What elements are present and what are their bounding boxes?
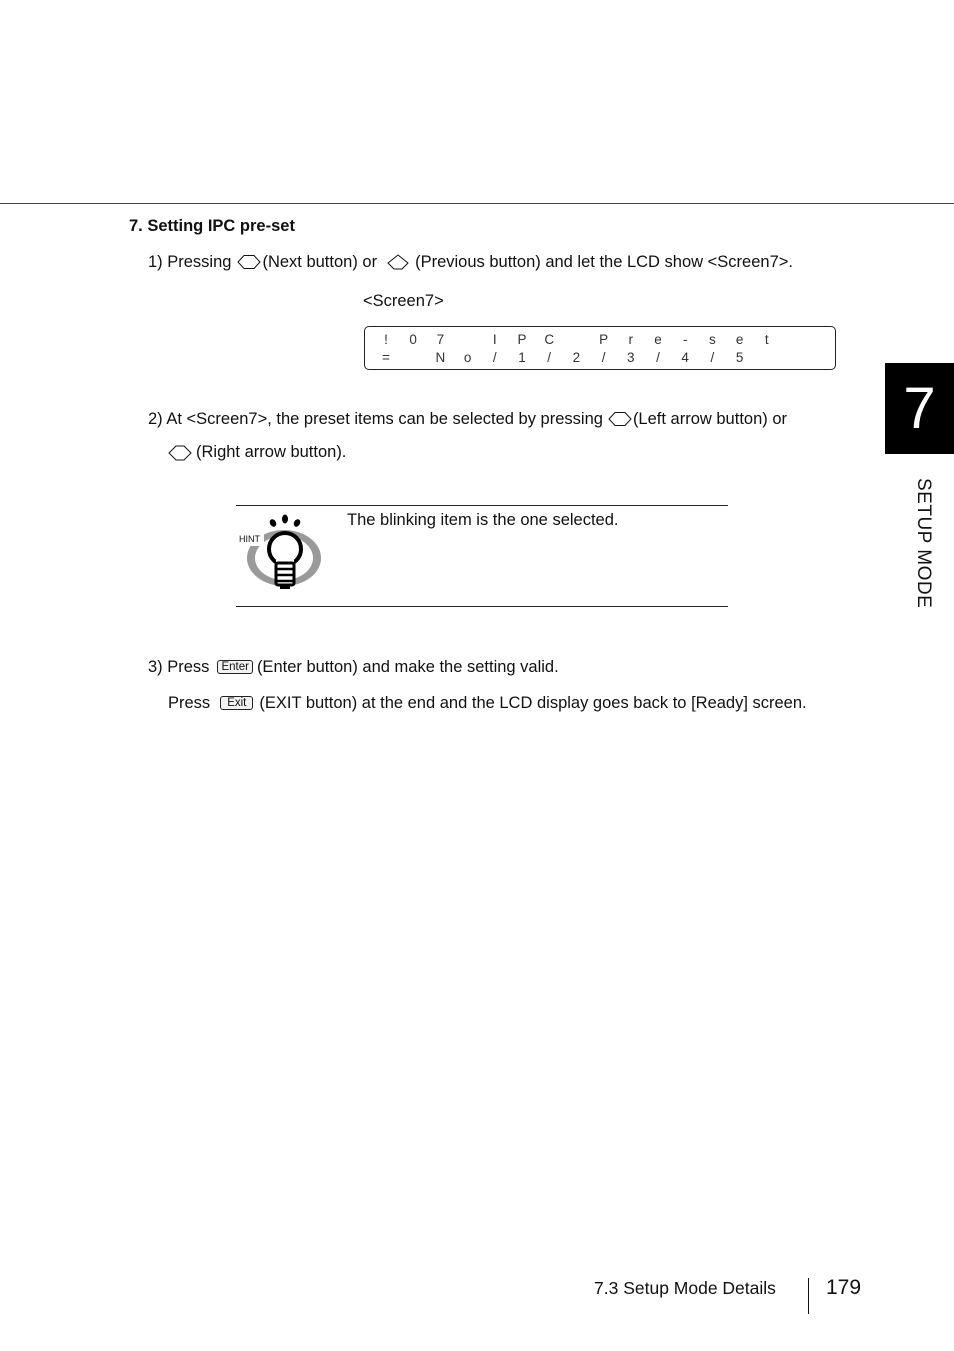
step-2-left-label: (Left arrow button) or	[632, 410, 788, 428]
step-1: 1) Pressing (Next button) or (Previous b…	[148, 252, 793, 272]
lcd-char: /	[601, 350, 606, 365]
section-title: 7. Setting IPC pre-set	[129, 217, 295, 235]
footer-divider	[808, 1278, 809, 1314]
header-rule	[0, 203, 954, 204]
lcd-char: /	[656, 350, 660, 365]
lcd-char: /	[547, 350, 552, 365]
chapter-number: 7	[903, 376, 936, 441]
step-2-prefix: 2) At <Screen7>, the preset items can be…	[148, 410, 603, 428]
lcd-char: =	[382, 350, 390, 365]
step-3-line-1: 3) Press Enter (Enter button) and make t…	[148, 657, 559, 677]
lcd-display: ! 0 7 I P C Pr e - s e t = No / 1 / 2 / 3 / 4 / 5	[364, 326, 836, 370]
lcd-char: C	[544, 332, 555, 347]
step-3-exit-text: (EXIT button) at the end and the LCD dis…	[259, 694, 807, 712]
hint-bulb-icon	[238, 514, 326, 594]
lcd-char: 4	[681, 350, 689, 365]
hint-bottom-rule	[236, 606, 728, 607]
footer-section-title: 7.3 Setup Mode Details	[594, 1278, 776, 1298]
lcd-char: P	[599, 332, 609, 347]
lcd-char: o	[463, 350, 472, 365]
step-3-prefix: 3) Press	[148, 658, 210, 676]
hint-badge: HINT	[239, 534, 260, 544]
lcd-char: t	[764, 332, 769, 347]
page-number: 179	[826, 1276, 862, 1299]
lcd-char: r	[628, 332, 634, 347]
step-2-line-1: 2) At <Screen7>, the preset items can be…	[148, 409, 787, 429]
lcd-char: 2	[572, 350, 581, 365]
step-2-right-label: (Right arrow button).	[196, 443, 347, 461]
enter-key-icon: Enter	[217, 660, 253, 674]
step-1-next-label: (Next button) or	[262, 253, 378, 271]
lcd-char: -	[682, 332, 688, 347]
lcd-char: 1	[518, 350, 526, 365]
lcd-char: /	[710, 350, 715, 365]
lcd-char: I	[492, 332, 497, 347]
lcd-char: 7	[436, 332, 445, 347]
lcd-char: /	[492, 350, 497, 365]
right-arrow-button-icon	[168, 444, 192, 461]
previous-button-icon	[386, 254, 410, 270]
hint-text: The blinking item is the one selected.	[347, 511, 619, 529]
lcd-char: N	[435, 350, 446, 365]
step-3-enter-text: (Enter button) and make the setting vali…	[256, 658, 559, 676]
lcd-char: 3	[627, 350, 635, 365]
exit-key-icon: Exit	[220, 696, 254, 710]
left-arrow-button-icon	[608, 411, 632, 427]
lcd-char: !	[384, 332, 388, 347]
screen-label: <Screen7>	[363, 292, 444, 310]
chapter-label: SETUP MODE	[913, 478, 934, 609]
step-3-line-2: Press Exit (EXIT button) at the end and …	[168, 693, 807, 713]
step-1-prev-label: (Previous button) and let the LCD show <…	[415, 253, 793, 271]
lcd-char: 0	[409, 332, 417, 347]
step-3-press: Press	[168, 694, 211, 712]
lcd-char: 5	[735, 350, 744, 365]
lcd-char: e	[735, 332, 744, 347]
step-1-prefix: 1) Pressing	[148, 253, 232, 271]
chapter-tab: 7	[885, 363, 954, 454]
lcd-char: e	[654, 332, 662, 347]
next-button-icon	[237, 254, 262, 270]
lcd-char: P	[517, 332, 527, 347]
hint-top-rule	[236, 505, 728, 506]
step-2-line-2: (Right arrow button).	[168, 442, 346, 462]
lcd-char: s	[709, 332, 716, 347]
